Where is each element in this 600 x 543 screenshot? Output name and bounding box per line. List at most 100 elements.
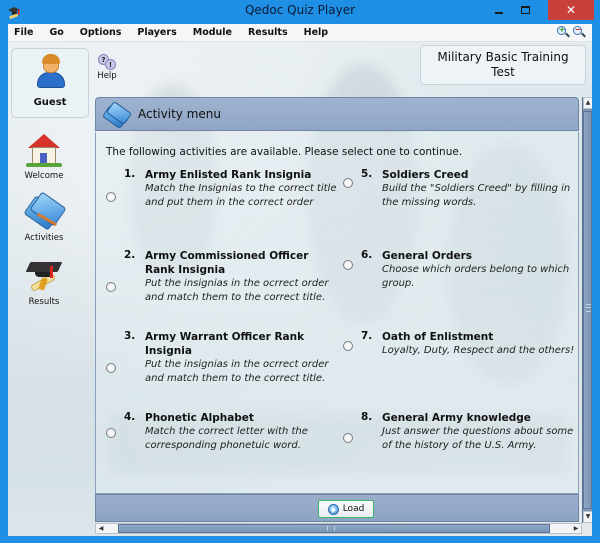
menu-bar: File Go Options Players Module Results H… xyxy=(8,24,592,42)
minimize-button[interactable] xyxy=(486,0,512,20)
vertical-scrollbar[interactable]: ▲ ▼ xyxy=(582,97,592,523)
help-button[interactable]: ? ! Help xyxy=(94,54,120,84)
client-area: File Go Options Players Module Results H… xyxy=(8,24,592,536)
activity-item[interactable]: 5. Soldiers Creed Build the "Soldiers Cr… xyxy=(343,168,573,218)
scroll-left-button[interactable]: ◀ xyxy=(96,524,106,533)
menu-results[interactable]: Results xyxy=(248,27,288,38)
activity-menu-header: Activity menu xyxy=(95,97,579,131)
activity-description: Choose which orders belong to which grou… xyxy=(382,264,570,289)
activity-title: Oath of Enlistment xyxy=(382,331,494,343)
close-icon: ✕ xyxy=(565,3,577,17)
activity-number: 8. xyxy=(361,411,373,423)
minus-sign: − xyxy=(574,25,582,34)
activity-number: 3. xyxy=(124,330,136,342)
graduation-cap-icon xyxy=(24,258,64,294)
test-title: Military Basic Training Test xyxy=(437,50,569,79)
panel-footer: Load xyxy=(95,494,579,522)
app-window: Qedoc Quiz Player ✕ File Go Options Play… xyxy=(0,0,600,543)
zoom-out-button[interactable]: − xyxy=(573,25,586,39)
nav-activities-label: Activities xyxy=(24,233,64,243)
activity-item[interactable]: 7. Oath of Enlistment Loyalty, Duty, Res… xyxy=(343,330,574,380)
scroll-up-button[interactable]: ▲ xyxy=(583,97,592,109)
books-icon xyxy=(101,100,133,130)
activity-radio[interactable] xyxy=(343,260,353,270)
activity-title: General Army knowledge xyxy=(382,412,531,424)
zoom-controls: + − xyxy=(557,25,586,39)
activity-list: The following activities are available. … xyxy=(95,132,579,494)
vertical-scroll-thumb[interactable] xyxy=(583,111,592,509)
activity-number: 4. xyxy=(124,411,136,423)
horizontal-scroll-thumb[interactable] xyxy=(118,524,550,533)
activity-item[interactable]: 6. General Orders Choose which orders be… xyxy=(343,249,573,299)
activity-description: Put the insignias in the ocrrect order a… xyxy=(145,359,329,384)
activity-title: Army Warrant Officer Rank Insignia xyxy=(145,331,305,357)
activity-title: Phonetic Alphabet xyxy=(145,412,254,424)
player-card[interactable]: Guest xyxy=(11,48,89,118)
activity-title: Soldiers Creed xyxy=(382,169,469,181)
activity-number: 7. xyxy=(361,330,373,342)
menu-module[interactable]: Module xyxy=(193,27,232,38)
play-icon xyxy=(327,503,339,515)
nav-welcome-label: Welcome xyxy=(24,171,64,181)
activity-number: 1. xyxy=(124,168,136,180)
activity-description: Build the "Soldiers Creed" by filling in… xyxy=(382,183,571,208)
books-icon xyxy=(23,191,67,231)
activity-radio[interactable] xyxy=(343,433,353,443)
nav-results-label: Results xyxy=(28,297,60,307)
panel-title: Activity menu xyxy=(138,107,221,121)
user-avatar-icon xyxy=(37,54,65,91)
menu-options[interactable]: Options xyxy=(80,27,122,38)
avatar-hair xyxy=(42,54,60,64)
activity-description: Just answer the questions about some of … xyxy=(382,426,574,451)
help-label: Help xyxy=(97,71,117,81)
menu-file[interactable]: File xyxy=(14,27,33,38)
activity-item[interactable]: 3. Army Warrant Officer Rank Insignia Pu… xyxy=(106,330,336,410)
nav-activities[interactable]: Activities xyxy=(8,191,80,243)
tassel xyxy=(50,266,53,278)
activity-number: 2. xyxy=(124,249,136,261)
zoom-in-button[interactable]: + xyxy=(557,25,570,39)
activity-number: 6. xyxy=(361,249,373,261)
menu-go[interactable]: Go xyxy=(49,27,63,38)
cap-top xyxy=(25,262,63,272)
activity-radio[interactable] xyxy=(106,192,116,202)
scroll-right-button[interactable]: ▶ xyxy=(571,524,581,533)
activity-description: Put the insignias in the ocrrect order a… xyxy=(145,278,329,303)
house-grass xyxy=(26,163,62,167)
activity-item[interactable]: 4. Phonetic Alphabet Match the correct l… xyxy=(106,411,336,461)
activity-radio[interactable] xyxy=(106,363,116,373)
activity-description: Match the Insignias to the correct title… xyxy=(145,183,337,208)
activity-title: Army Enlisted Rank Insignia xyxy=(145,169,312,181)
maximize-icon xyxy=(520,6,530,14)
nav-results[interactable]: Results xyxy=(8,258,80,307)
activity-description: Match the correct letter with the corres… xyxy=(145,426,308,451)
intro-text: The following activities are available. … xyxy=(106,146,463,158)
activity-radio[interactable] xyxy=(343,178,353,188)
activity-number: 5. xyxy=(361,168,373,180)
house-roof xyxy=(28,134,60,148)
horizontal-scrollbar[interactable]: ◀ ▶ xyxy=(95,523,582,534)
exclaim-bubble: ! xyxy=(105,59,116,70)
player-name: Guest xyxy=(33,97,67,108)
menu-help[interactable]: Help xyxy=(304,27,328,38)
close-button[interactable]: ✕ xyxy=(548,0,594,20)
activity-item[interactable]: 1. Army Enlisted Rank Insignia Match the… xyxy=(106,168,336,238)
load-button[interactable]: Load xyxy=(318,500,374,518)
help-icon: ? ! xyxy=(98,54,116,70)
test-title-box: Military Basic Training Test xyxy=(420,45,586,85)
activity-item[interactable]: 8. General Army knowledge Just answer th… xyxy=(343,411,573,471)
activity-description: Loyalty, Duty, Respect and the others! xyxy=(382,345,575,356)
menu-players[interactable]: Players xyxy=(137,27,176,38)
activity-radio[interactable] xyxy=(106,428,116,438)
activity-title: Army Commissioned Officer Rank Insignia xyxy=(145,250,309,276)
maximize-button[interactable] xyxy=(512,0,538,20)
avatar-body xyxy=(37,72,65,88)
nav-welcome[interactable]: Welcome xyxy=(8,132,80,181)
title-bar: Qedoc Quiz Player ✕ xyxy=(0,0,600,24)
activity-radio[interactable] xyxy=(343,341,353,351)
activity-item[interactable]: 2. Army Commissioned Officer Rank Insign… xyxy=(106,249,336,329)
activity-radio[interactable] xyxy=(106,282,116,292)
minimize-icon xyxy=(495,12,503,14)
scroll-down-button[interactable]: ▼ xyxy=(583,511,592,523)
grip-icon xyxy=(327,526,335,531)
